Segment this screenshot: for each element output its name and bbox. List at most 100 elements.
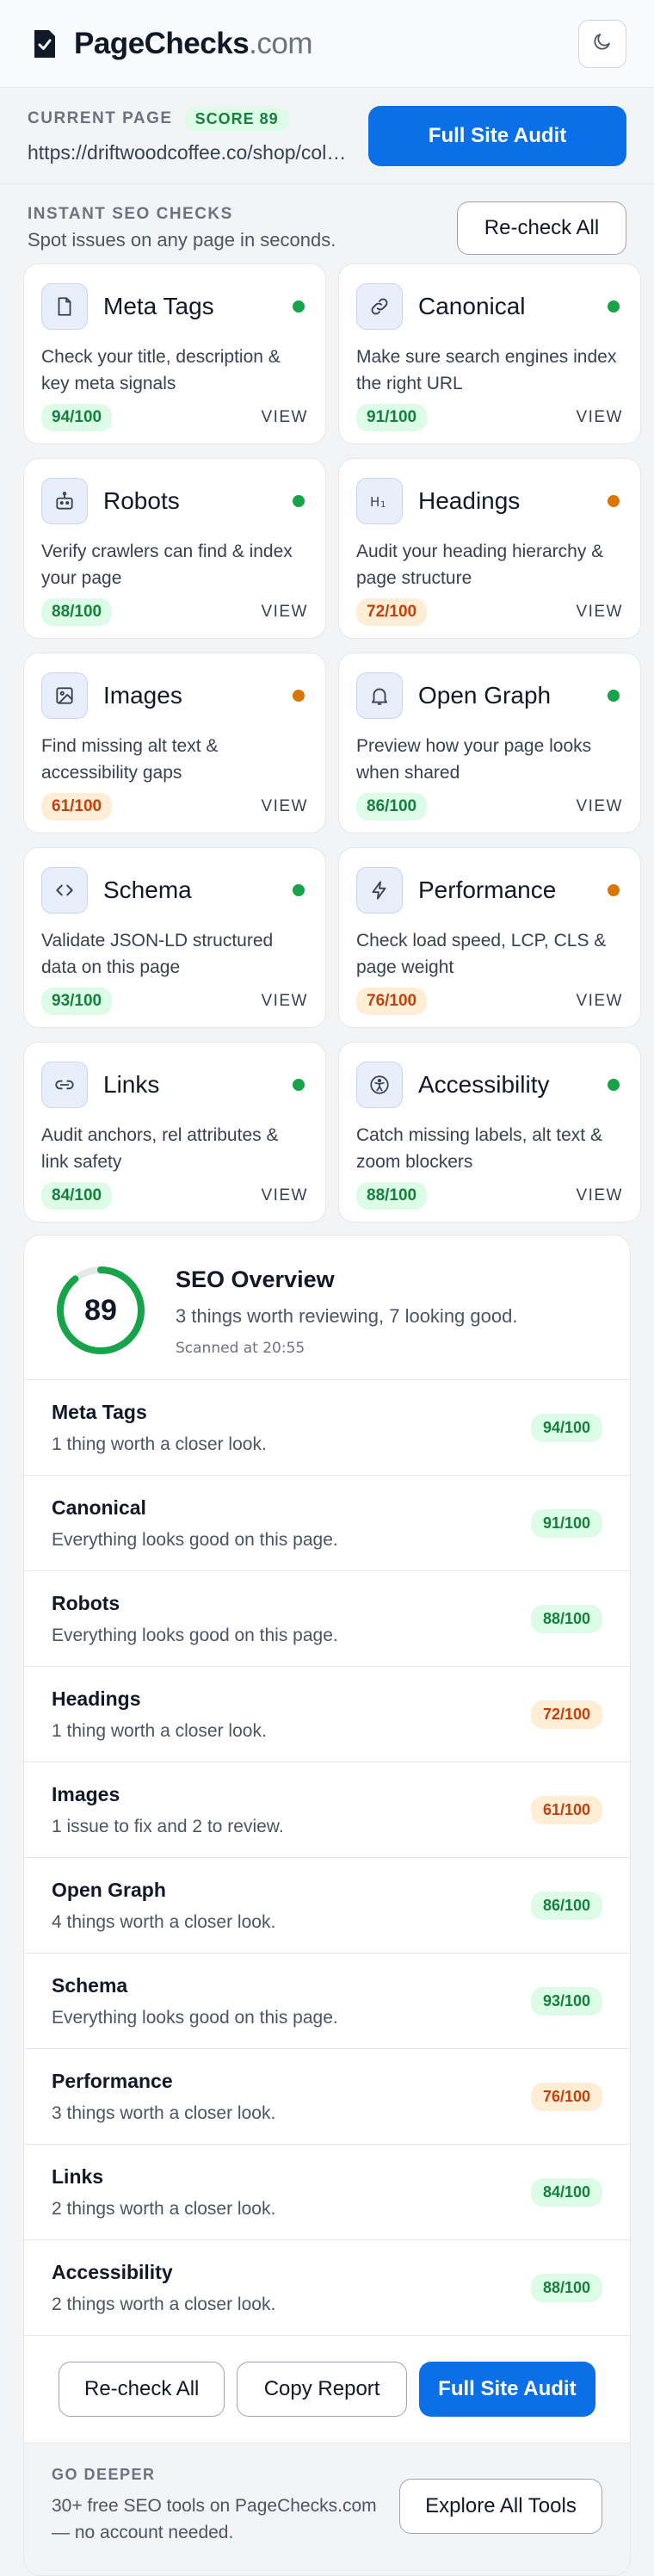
score-badge: 84/100 (41, 1182, 113, 1210)
row-title: Robots (52, 1591, 120, 1614)
score-badge: 88/100 (530, 2273, 602, 2302)
score-badge: 88/100 (356, 1182, 428, 1210)
full-site-audit-button[interactable]: Full Site Audit (368, 105, 626, 166)
check-card-images[interactable]: Images Find missing alt text & accessibil… (23, 653, 326, 833)
view-link[interactable]: VIEW (576, 992, 623, 1011)
row-summary: Everything looks good on this page. (52, 2007, 338, 2028)
overview-row-headings[interactable]: Headings 1 thing worth a closer look. 72/1… (24, 1667, 630, 1762)
score-badge: SCORE 89 (184, 107, 289, 131)
check-card-meta-tags[interactable]: Meta Tags Check your title, description &… (23, 263, 326, 444)
card-description: Check load speed, LCP, CLS & page weight (356, 931, 607, 977)
row-title: Links (52, 2164, 104, 2188)
view-link[interactable]: VIEW (261, 408, 308, 427)
bolt-icon (356, 867, 403, 913)
card-title: Canonical (418, 293, 526, 319)
view-link[interactable]: VIEW (576, 1186, 623, 1205)
score-badge: 88/100 (41, 598, 113, 626)
row-summary: 1 thing worth a closer look. (52, 1434, 267, 1454)
current-page-url: https://driftwoodcoffee.co/shop/cold-bre… (28, 140, 355, 164)
status-dot (608, 690, 620, 702)
row-summary: Everything looks good on this page. (52, 1529, 338, 1550)
brand-name[interactable]: PageChecks.com (74, 27, 313, 61)
card-title: Links (103, 1071, 160, 1098)
row-summary: 2 things worth a closer look. (52, 2294, 276, 2314)
card-description: Make sure search engines index the right… (356, 347, 617, 393)
check-card-robots[interactable]: Robots Verify crawlers can find & index y… (23, 458, 326, 639)
overview-row-links[interactable]: Links 2 things worth a closer look. 84/100 (24, 2145, 630, 2240)
score-badge: 84/100 (530, 2177, 602, 2207)
overview-row-open-graph[interactable]: Open Graph 4 things worth a closer look. 8… (24, 1858, 630, 1954)
check-card-performance[interactable]: Performance Check load speed, LCP, CLS & … (338, 847, 641, 1028)
card-title: Images (103, 682, 182, 709)
card-title: Meta Tags (103, 293, 214, 319)
score-badge: 72/100 (530, 1700, 602, 1729)
overview-row-robots[interactable]: Robots Everything looks good on this page… (24, 1571, 630, 1667)
check-card-links[interactable]: Links Audit anchors, rel attributes & lin… (23, 1042, 326, 1223)
svg-text:H: H (370, 494, 379, 510)
instant-checks-subtitle: Spot issues on any page in seconds. (28, 229, 336, 251)
overview-row-meta-tags[interactable]: Meta Tags 1 thing worth a closer look. 94/… (24, 1380, 630, 1476)
view-link[interactable]: VIEW (576, 603, 623, 622)
overview-row-accessibility[interactable]: Accessibility 2 things worth a closer loo… (24, 2240, 630, 2336)
card-description: Audit anchors, rel attributes & link saf… (41, 1125, 279, 1172)
status-dot (608, 495, 620, 507)
full-site-audit-bottom-button[interactable]: Full Site Audit (418, 2362, 595, 2417)
overview-row-canonical[interactable]: Canonical Everything looks good on this p… (24, 1476, 630, 1571)
code-icon (41, 867, 88, 913)
document-icon (41, 283, 88, 330)
check-card-accessibility[interactable]: Accessibility Catch missing labels, alt t… (338, 1042, 641, 1223)
status-dot (608, 1079, 620, 1091)
robot-icon (41, 478, 88, 524)
overview-row-images[interactable]: Images 1 issue to fix and 2 to review. 61/… (24, 1762, 630, 1858)
status-dot (608, 300, 620, 313)
card-title: Open Graph (418, 682, 552, 709)
row-title: Performance (52, 2069, 173, 2092)
score-badge: 93/100 (41, 988, 113, 1015)
check-card-schema[interactable]: Schema Validate JSON-LD structured data o… (23, 847, 326, 1028)
card-description: Catch missing labels, alt text & zoom bl… (356, 1125, 602, 1172)
instant-checks-header: INSTANT SEO CHECKS Spot issues on any pa… (0, 200, 654, 257)
theme-toggle-button[interactable] (578, 19, 626, 68)
bell-icon (356, 672, 403, 719)
check-card-grid: Meta Tags Check your title, description &… (0, 263, 654, 1223)
row-summary: 1 thing worth a closer look. (52, 1720, 267, 1741)
score-badge: 88/100 (530, 1604, 602, 1633)
chain-link-icon (41, 1062, 88, 1108)
score-badge: 86/100 (530, 1891, 602, 1920)
recheck-all-bottom-button[interactable]: Re-check All (59, 2362, 225, 2417)
recheck-all-button[interactable]: Re-check All (457, 201, 626, 255)
card-description: Audit your heading hierarchy & page stru… (356, 542, 604, 588)
moon-icon (592, 31, 613, 56)
card-title: Accessibility (418, 1071, 550, 1098)
check-card-canonical[interactable]: Canonical Make sure search engines index … (338, 263, 641, 444)
row-summary: 4 things worth a closer look. (52, 1911, 276, 1932)
overall-score-value: 89 (84, 1293, 117, 1327)
page-check-logo-icon (28, 27, 62, 61)
overall-score-ring: 89 (55, 1265, 146, 1356)
explore-all-tools-button[interactable]: Explore All Tools (399, 2478, 602, 2534)
overview-row-schema[interactable]: Schema Everything looks good on this page… (24, 1954, 630, 2049)
card-title: Robots (103, 487, 180, 514)
overview-actions: Re-check All Copy Report Full Site Audit (24, 2336, 630, 2443)
status-dot (608, 884, 620, 896)
row-summary: 1 issue to fix and 2 to review. (52, 1816, 284, 1836)
check-card-headings[interactable]: H 1 Headings Audit your heading hierarchy &… (338, 458, 641, 639)
view-link[interactable]: VIEW (576, 408, 623, 427)
overview-summary: 3 things worth reviewing, 7 looking good… (176, 1305, 518, 1327)
score-badge: 61/100 (41, 793, 113, 820)
view-link[interactable]: VIEW (261, 992, 308, 1011)
check-card-open-graph[interactable]: Open Graph Preview how your page looks wh… (338, 653, 641, 833)
view-link[interactable]: VIEW (261, 603, 308, 622)
status-dot (293, 300, 305, 313)
card-description: Verify crawlers can find & index your pa… (41, 542, 293, 588)
score-badge: 72/100 (356, 598, 428, 626)
view-link[interactable]: VIEW (576, 797, 623, 816)
overview-list: Meta Tags 1 thing worth a closer look. 94/… (24, 1380, 630, 2336)
view-link[interactable]: VIEW (261, 1186, 308, 1205)
view-link[interactable]: VIEW (261, 797, 308, 816)
overview-row-performance[interactable]: Performance 3 things worth a closer look.… (24, 2049, 630, 2145)
row-title: Images (52, 1782, 120, 1805)
copy-report-button[interactable]: Copy Report (237, 2362, 407, 2417)
current-page-label: CURRENT PAGE SCORE 89 (28, 107, 368, 131)
score-badge: 76/100 (356, 988, 428, 1015)
